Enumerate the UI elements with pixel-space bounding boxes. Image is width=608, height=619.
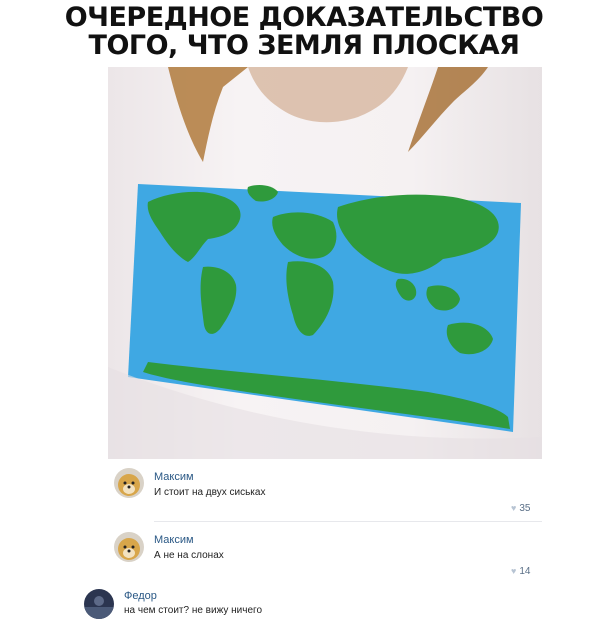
heart-icon: ♥ [511,566,517,576]
meme-caption: ОЧЕРЕДНОЕ ДОКАЗАТЕЛЬСТВО ТОГО, ЧТО ЗЕМЛЯ… [0,4,608,60]
like-counter[interactable]: ♥ 14 [511,566,530,577]
doge-avatar-icon [114,468,144,498]
comment-author-link[interactable]: Федор [124,590,157,602]
like-count: 14 [519,566,531,577]
like-count: 35 [519,503,531,514]
avatar[interactable] [114,468,144,498]
caption-line-2: ТОГО, ЧТО ЗЕМЛЯ ПЛОСКАЯ [88,30,520,61]
like-counter[interactable]: ♥ 35 [511,503,530,514]
comment-divider [154,521,542,522]
avatar[interactable] [114,532,144,562]
comment-text: А не на слонах [154,550,224,561]
comment-author-link[interactable]: Максим [154,534,194,546]
dark-photo-avatar-icon [84,589,114,619]
comment-text: И стоит на двух сиськах [154,487,266,498]
tshirt-world-map-illustration [108,67,542,459]
comment-author-link[interactable]: Максим [154,471,194,483]
post-photo[interactable] [108,67,542,459]
comment-text: на чем стоит? не вижу ничего [124,605,263,616]
caption-line-1: ОЧЕРЕДНОЕ ДОКАЗАТЕЛЬСТВО [64,2,544,33]
avatar[interactable] [84,589,114,619]
doge-avatar-icon [114,532,144,562]
heart-icon: ♥ [511,503,517,513]
